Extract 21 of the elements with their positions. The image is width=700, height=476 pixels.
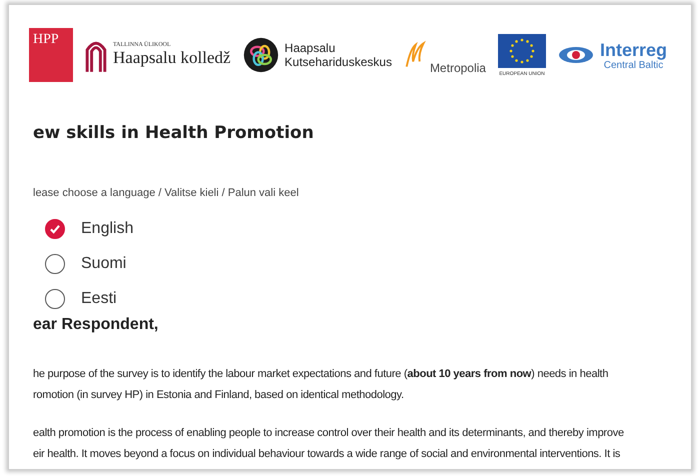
greeting-heading: ear Respondent, — [33, 316, 160, 334]
hpp-logo: HPP — [29, 28, 73, 82]
language-option[interactable]: Suomi — [45, 246, 165, 281]
radio-button[interactable] — [45, 254, 65, 274]
college-name: Haapsalu kolledž — [113, 48, 231, 68]
eye-icon — [558, 45, 594, 65]
school-name: Haapsalu — [284, 41, 336, 55]
language-option[interactable]: Eesti — [45, 281, 165, 316]
eu-flag-icon — [498, 34, 546, 68]
survey-title: ew skills in Health Promotion — [33, 123, 315, 143]
school-name: Kutsehariduskeskus — [284, 55, 392, 69]
interreg-name: Interreg — [600, 40, 667, 60]
paragraph: he purpose of the survey is to identify the labour market expectations and future (about 10 years from now) needs in health romotion (in survey HP) in Estonia and Finland, based on identical methodology. — [33, 367, 610, 403]
knot-logo-icon — [242, 37, 279, 73]
metropolia-name: Metropolia — [430, 61, 486, 75]
language-option[interactable]: English — [45, 211, 165, 246]
interreg-subtitle: Central Baltic — [604, 60, 664, 70]
language-prompt: lease choose a language / Valitse kieli / Palun vali keel — [33, 187, 300, 199]
radio-button[interactable] — [45, 288, 65, 308]
checked-radio-icon[interactable] — [45, 218, 65, 238]
paragraph: ealth promotion is the process of enabling people to increase control over their health and its determinants, and thereby improve eir health. It moves beyond a focus on individual behaviour towards a wide range of social and environmental interventions. It is — [33, 426, 625, 462]
